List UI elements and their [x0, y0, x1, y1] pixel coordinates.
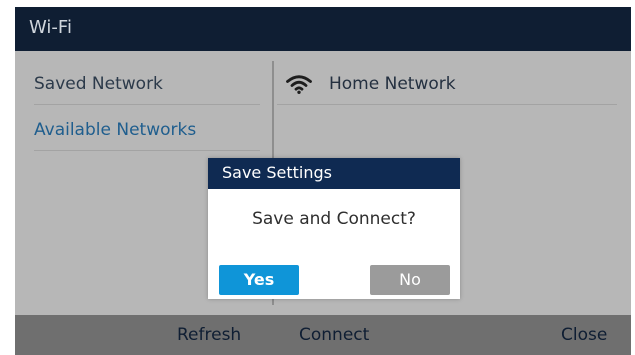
phone-screen: Wi-Fi Saved Network Available Networks H…	[15, 7, 631, 355]
yes-button[interactable]: Yes	[219, 265, 299, 295]
dialog-header: Save Settings	[208, 158, 460, 189]
title-bar: Wi-Fi	[15, 7, 631, 51]
save-settings-dialog: Save Settings Save and Connect? Yes No	[208, 158, 460, 299]
sidebar-item-saved-network[interactable]: Saved Network	[34, 64, 260, 105]
network-name: Home Network	[329, 74, 456, 94]
window-title: Wi-Fi	[29, 17, 72, 38]
refresh-softkey[interactable]: Refresh	[177, 325, 241, 345]
wifi-icon	[286, 75, 312, 94]
softkey-bar: Refresh Connect Close	[15, 315, 631, 355]
dialog-message: Save and Connect?	[252, 209, 416, 229]
dialog-body: Save and Connect? Yes No	[208, 189, 460, 299]
content-area: Saved Network Available Networks Home Ne…	[15, 51, 631, 315]
no-button[interactable]: No	[370, 265, 450, 295]
dialog-title: Save Settings	[222, 163, 332, 182]
connect-softkey[interactable]: Connect	[299, 325, 369, 345]
close-softkey[interactable]: Close	[561, 325, 607, 345]
sidebar-item-available-networks[interactable]: Available Networks	[34, 110, 260, 151]
network-list-item[interactable]: Home Network	[277, 64, 617, 105]
